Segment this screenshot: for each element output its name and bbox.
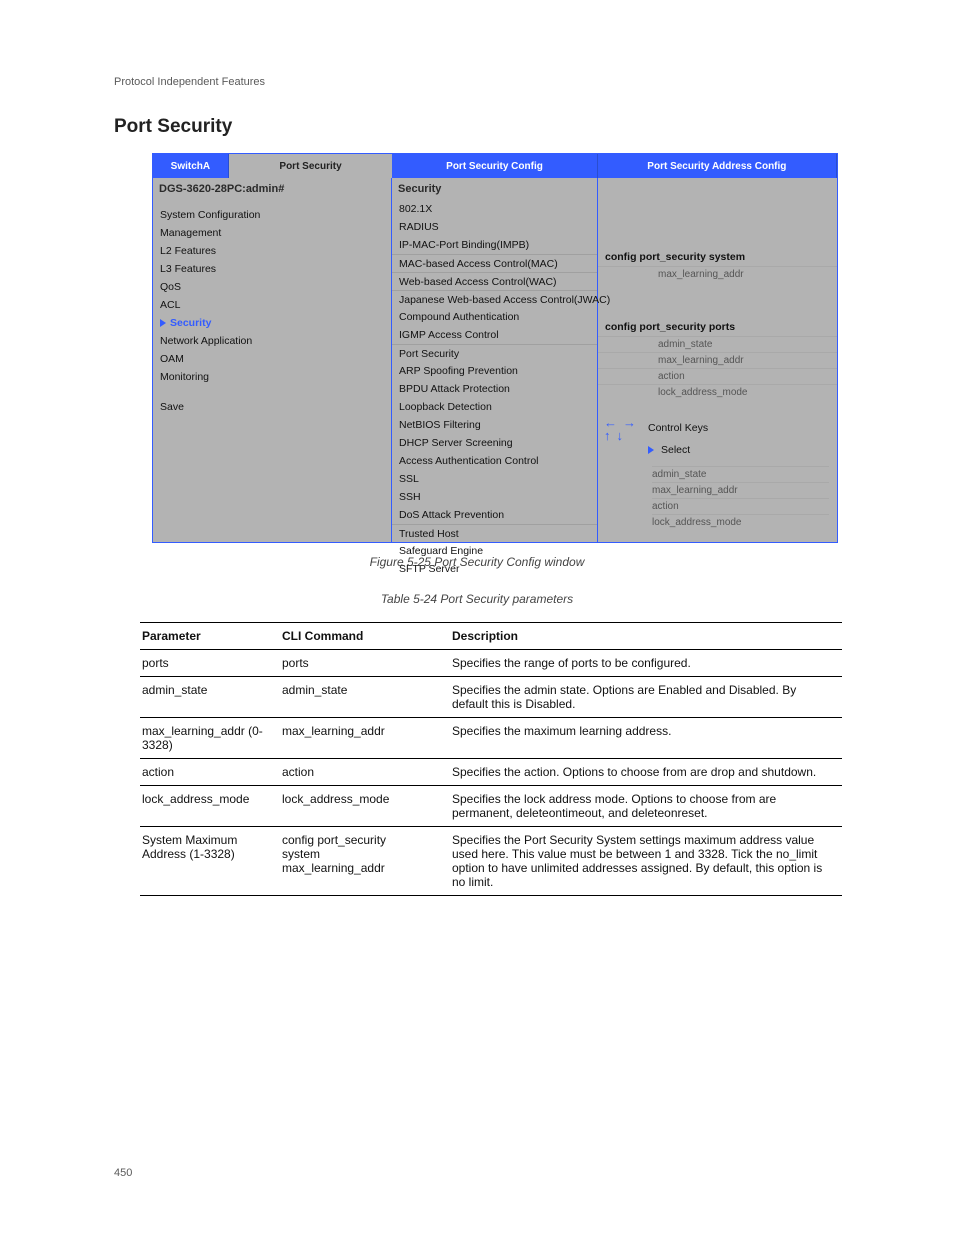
menu-item[interactable]: MAC-based Access Control(MAC)	[392, 254, 597, 272]
menu-item[interactable]: DoS Attack Prevention	[392, 506, 597, 524]
menu-col-main: DGS-3620-28PC:admin# System Configuratio…	[153, 178, 392, 542]
menu-item[interactable]: ACL	[153, 296, 391, 314]
select-label: Select	[661, 444, 690, 456]
menu-item[interactable]: Port Security	[392, 344, 597, 362]
tab-switcha[interactable]: SwitchA	[153, 154, 229, 178]
cmd-group-title: config port_security ports	[598, 318, 837, 336]
table-header-row: Parameter CLI Command Description	[140, 623, 842, 650]
table-caption: Table 5-24 Port Security parameters	[114, 592, 840, 606]
menu-col-commands: config port_security system max_learning…	[598, 178, 837, 542]
cmd-param: action	[598, 368, 837, 384]
menu-item[interactable]: Loopback Detection	[392, 398, 597, 416]
menu-tab-bar: SwitchA Port Security Port Security Conf…	[153, 154, 837, 178]
figure-caption: Figure 5-25 Port Security Config window	[114, 555, 840, 569]
table-row: lock_address_mode lock_address_mode Spec…	[140, 786, 842, 827]
cmd-param: admin_state	[598, 336, 837, 352]
cmd-param: max_learning_addr	[598, 266, 837, 282]
menu-item[interactable]: Compound Authentication	[392, 308, 597, 326]
menu-col-security: Security 802.1X RADIUS IP-MAC-Port Bindi…	[392, 178, 598, 542]
td-desc: Specifies the Port Security System setti…	[450, 827, 842, 896]
caret-right-icon	[648, 446, 654, 454]
tab-port-security-config[interactable]: Port Security Config	[392, 154, 597, 178]
table-row: ports ports Specifies the range of ports…	[140, 650, 842, 677]
td-cli: action	[280, 759, 450, 786]
td-cli: config port_security system max_learning…	[280, 827, 450, 896]
table-row: action action Specifies the action. Opti…	[140, 759, 842, 786]
td-desc: Specifies the maximum learning address.	[450, 718, 842, 759]
cmd-param-echo: lock_address_mode	[652, 514, 829, 530]
menu-item[interactable]: Web-based Access Control(WAC)	[392, 272, 597, 290]
menu-item[interactable]: Management	[153, 224, 391, 242]
menu-item[interactable]: RADIUS	[392, 218, 597, 236]
page-number: 450	[114, 1167, 132, 1179]
col-b-title: Security	[392, 178, 597, 200]
section-title: Port Security	[114, 116, 232, 138]
menu-item[interactable]: BPDU Attack Protection	[392, 380, 597, 398]
menu-item[interactable]: Access Authentication Control	[392, 452, 597, 470]
td-param: max_learning_addr (0-3328)	[140, 718, 280, 759]
table-row: admin_state admin_state Specifies the ad…	[140, 677, 842, 718]
control-keys-label: Control Keys	[648, 422, 708, 434]
menu-item[interactable]: DHCP Server Screening	[392, 434, 597, 452]
cmd-param-echo: action	[652, 498, 829, 514]
menu-item[interactable]: IGMP Access Control	[392, 326, 597, 344]
cmd-param: lock_address_mode	[598, 384, 837, 400]
parameter-table: Parameter CLI Command Description ports …	[140, 622, 842, 896]
td-param: ports	[140, 650, 280, 677]
cmd-group-title: config port_security system	[598, 248, 837, 266]
menu-body: DGS-3620-28PC:admin# System Configuratio…	[153, 178, 837, 542]
th-desc: Description	[450, 623, 842, 650]
td-param: action	[140, 759, 280, 786]
td-desc: Specifies the lock address mode. Options…	[450, 786, 842, 827]
cmd-param-echo: admin_state	[652, 466, 829, 482]
page-header-label: Protocol Independent Features	[114, 76, 265, 88]
control-arrows-icon: ←→ ↑↓	[604, 416, 636, 442]
menu-item[interactable]: System Configuration	[153, 206, 391, 224]
menu-item[interactable]: ARP Spoofing Prevention	[392, 362, 597, 380]
menu-item[interactable]: IP-MAC-Port Binding(IMPB)	[392, 236, 597, 254]
menu-item[interactable]: QoS	[153, 278, 391, 296]
device-prompt: DGS-3620-28PC:admin#	[153, 178, 391, 200]
table-row: System Maximum Address (1-3328) config p…	[140, 827, 842, 896]
td-cli: max_learning_addr	[280, 718, 450, 759]
menu-item[interactable]: Japanese Web-based Access Control(JWAC)	[392, 290, 597, 308]
menu-item[interactable]: Save	[153, 398, 391, 416]
menu-item[interactable]: OAM	[153, 350, 391, 368]
menu-item[interactable]: Monitoring	[153, 368, 391, 386]
tab-port-security[interactable]: Port Security	[229, 154, 393, 178]
cmd-param-echo: max_learning_addr	[652, 482, 829, 498]
selected-arrow-icon	[160, 319, 166, 327]
td-desc: Specifies the action. Options to choose …	[450, 759, 842, 786]
menu-item[interactable]: SSH	[392, 488, 597, 506]
td-desc: Specifies the admin state. Options are E…	[450, 677, 842, 718]
td-param: System Maximum Address (1-3328)	[140, 827, 280, 896]
menu-item-label: Security	[170, 317, 211, 329]
select-indicator[interactable]: Select	[648, 444, 690, 456]
menu-item[interactable]: SSL	[392, 470, 597, 488]
menu-item[interactable]: L2 Features	[153, 242, 391, 260]
menu-item[interactable]: 802.1X	[392, 200, 597, 218]
td-param: lock_address_mode	[140, 786, 280, 827]
menu-item[interactable]: NetBIOS Filtering	[392, 416, 597, 434]
tab-port-security-address-config[interactable]: Port Security Address Config	[598, 154, 837, 178]
th-cli: CLI Command	[280, 623, 450, 650]
menu-item[interactable]: L3 Features	[153, 260, 391, 278]
menu-item[interactable]: Trusted Host	[392, 524, 597, 542]
table-row: max_learning_addr (0-3328) max_learning_…	[140, 718, 842, 759]
td-param: admin_state	[140, 677, 280, 718]
th-parameter: Parameter	[140, 623, 280, 650]
cmd-param: max_learning_addr	[598, 352, 837, 368]
menu-item-selected[interactable]: Security	[153, 314, 391, 332]
menu-item[interactable]: Network Application	[153, 332, 391, 350]
td-cli: lock_address_mode	[280, 786, 450, 827]
td-cli: admin_state	[280, 677, 450, 718]
menu-figure: SwitchA Port Security Port Security Conf…	[152, 153, 838, 543]
td-desc: Specifies the range of ports to be confi…	[450, 650, 842, 677]
td-cli: ports	[280, 650, 450, 677]
